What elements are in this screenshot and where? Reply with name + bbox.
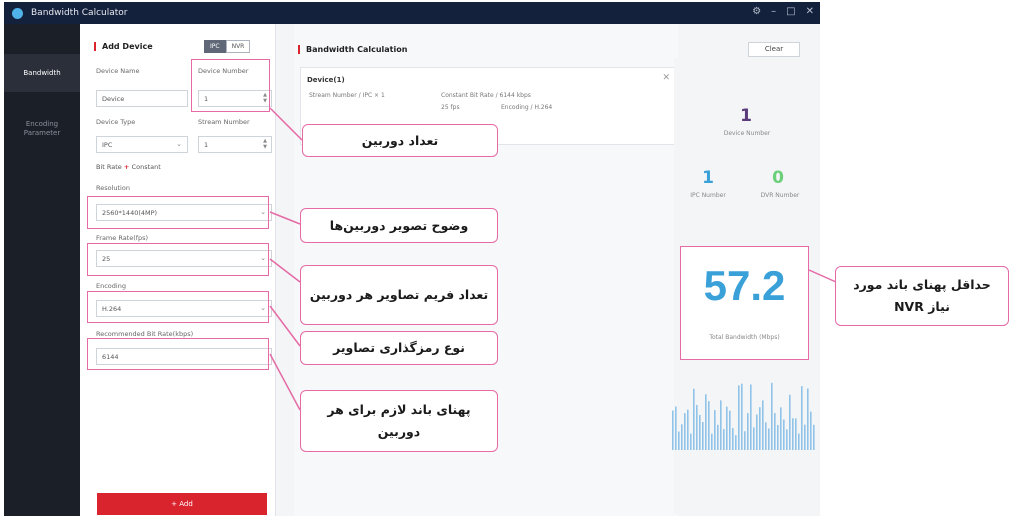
callout-encoding: نوع رمزگذاری تصاویر — [300, 331, 498, 365]
callout-min-nvr-bandwidth: حداقل پهنای باند مورد نیاز NVR — [835, 266, 1009, 326]
callout-leader-lines — [269, 107, 837, 411]
callout-device-count: تعداد دوربین — [302, 124, 498, 157]
callout-bandwidth-per-camera: پهنای باند لازم برای هر دوربین — [300, 390, 498, 452]
callout-frame-rate: تعداد فریم تصاویر هر دوربین — [300, 265, 498, 325]
callout-resolution: وضوح تصویر دوربین‌ها — [300, 208, 498, 243]
